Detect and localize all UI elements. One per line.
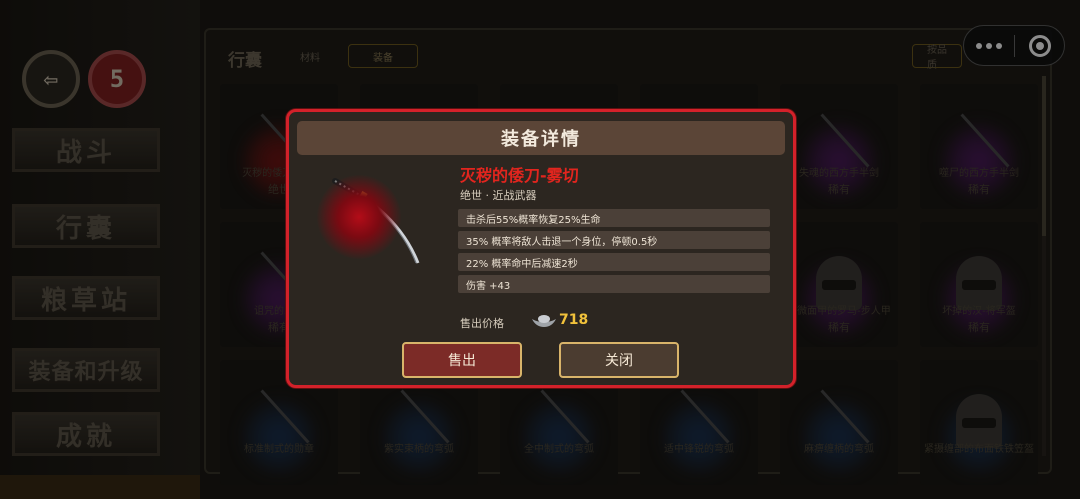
item-image xyxy=(311,167,441,272)
stat-line: 22% 概率命中后减速2秒 xyxy=(458,253,770,271)
stat-line: 击杀后55%概率恢复25%生命 xyxy=(458,209,770,227)
item-type: 绝世 · 近战武器 xyxy=(460,189,537,202)
stat-line: 伤害 +43 xyxy=(458,275,770,293)
silver-ingot-icon xyxy=(532,315,556,327)
sell-button[interactable]: 售出 xyxy=(402,342,522,378)
price-label: 售出价格 xyxy=(460,317,504,330)
rarity-aura xyxy=(317,175,401,259)
equipment-detail-dialog: 装备详情 灭秽的倭刀-雾切 绝世 · 近战武器 击杀后55%概率恢复25%生命 … xyxy=(286,109,796,388)
price-value: 718 xyxy=(559,312,589,328)
item-name: 灭秽的倭刀-雾切 xyxy=(460,166,579,185)
dialog-title: 装备详情 xyxy=(297,121,785,155)
stat-line: 35% 概率将敌人击退一个身位，停顿0.5秒 xyxy=(458,231,770,249)
close-button[interactable]: 关闭 xyxy=(559,342,679,378)
